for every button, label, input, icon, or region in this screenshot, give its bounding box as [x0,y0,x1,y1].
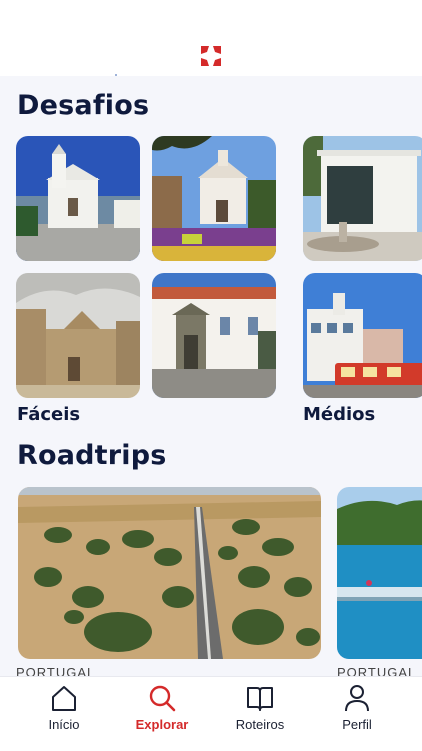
challenge-card-modern-building[interactable] [303,136,422,261]
top-bar [0,0,422,76]
tab-profile-label: Perfil [342,717,372,732]
challenge-card-white-church[interactable] [152,273,276,398]
section-title-roadtrips: Roadtrips [17,440,167,471]
roadtrip-country-1: PORTUGAL [16,665,96,676]
group-label-medium: Médios [303,404,376,425]
tab-home[interactable]: Início [14,677,114,751]
home-icon [52,686,76,711]
tab-explore-label: Explorar [135,717,189,732]
tab-profile[interactable]: Perfil [307,677,407,751]
tab-itineraries[interactable]: Roteiros [210,677,310,751]
book-icon [247,687,273,711]
challenge-card-cathedral[interactable] [16,273,140,398]
challenge-card-church[interactable] [16,136,140,261]
challenge-card-tourist-train[interactable] [303,273,422,398]
roadtrip-card-1[interactable] [18,487,321,659]
group-label-easy: Fáceis [17,404,81,425]
roadtrip-card-2[interactable] [337,487,422,659]
clover-logo-icon [201,46,221,66]
roadtrip-country-2: PORTUGAL [337,665,417,676]
user-icon [345,685,369,712]
tab-itineraries-label: Roteiros [235,717,285,732]
challenge-card-chapel[interactable] [152,136,276,261]
tab-explore[interactable]: Explorar [112,677,212,751]
bottom-tab-bar: Início Explorar Roteiros Perfil [0,676,422,751]
tab-home-label: Início [48,717,80,732]
search-icon [149,685,176,712]
explore-content[interactable]: Desafios Fáceis Médios Roadtrips PORTUGA… [0,76,422,676]
section-title-challenges: Desafios [17,90,150,121]
